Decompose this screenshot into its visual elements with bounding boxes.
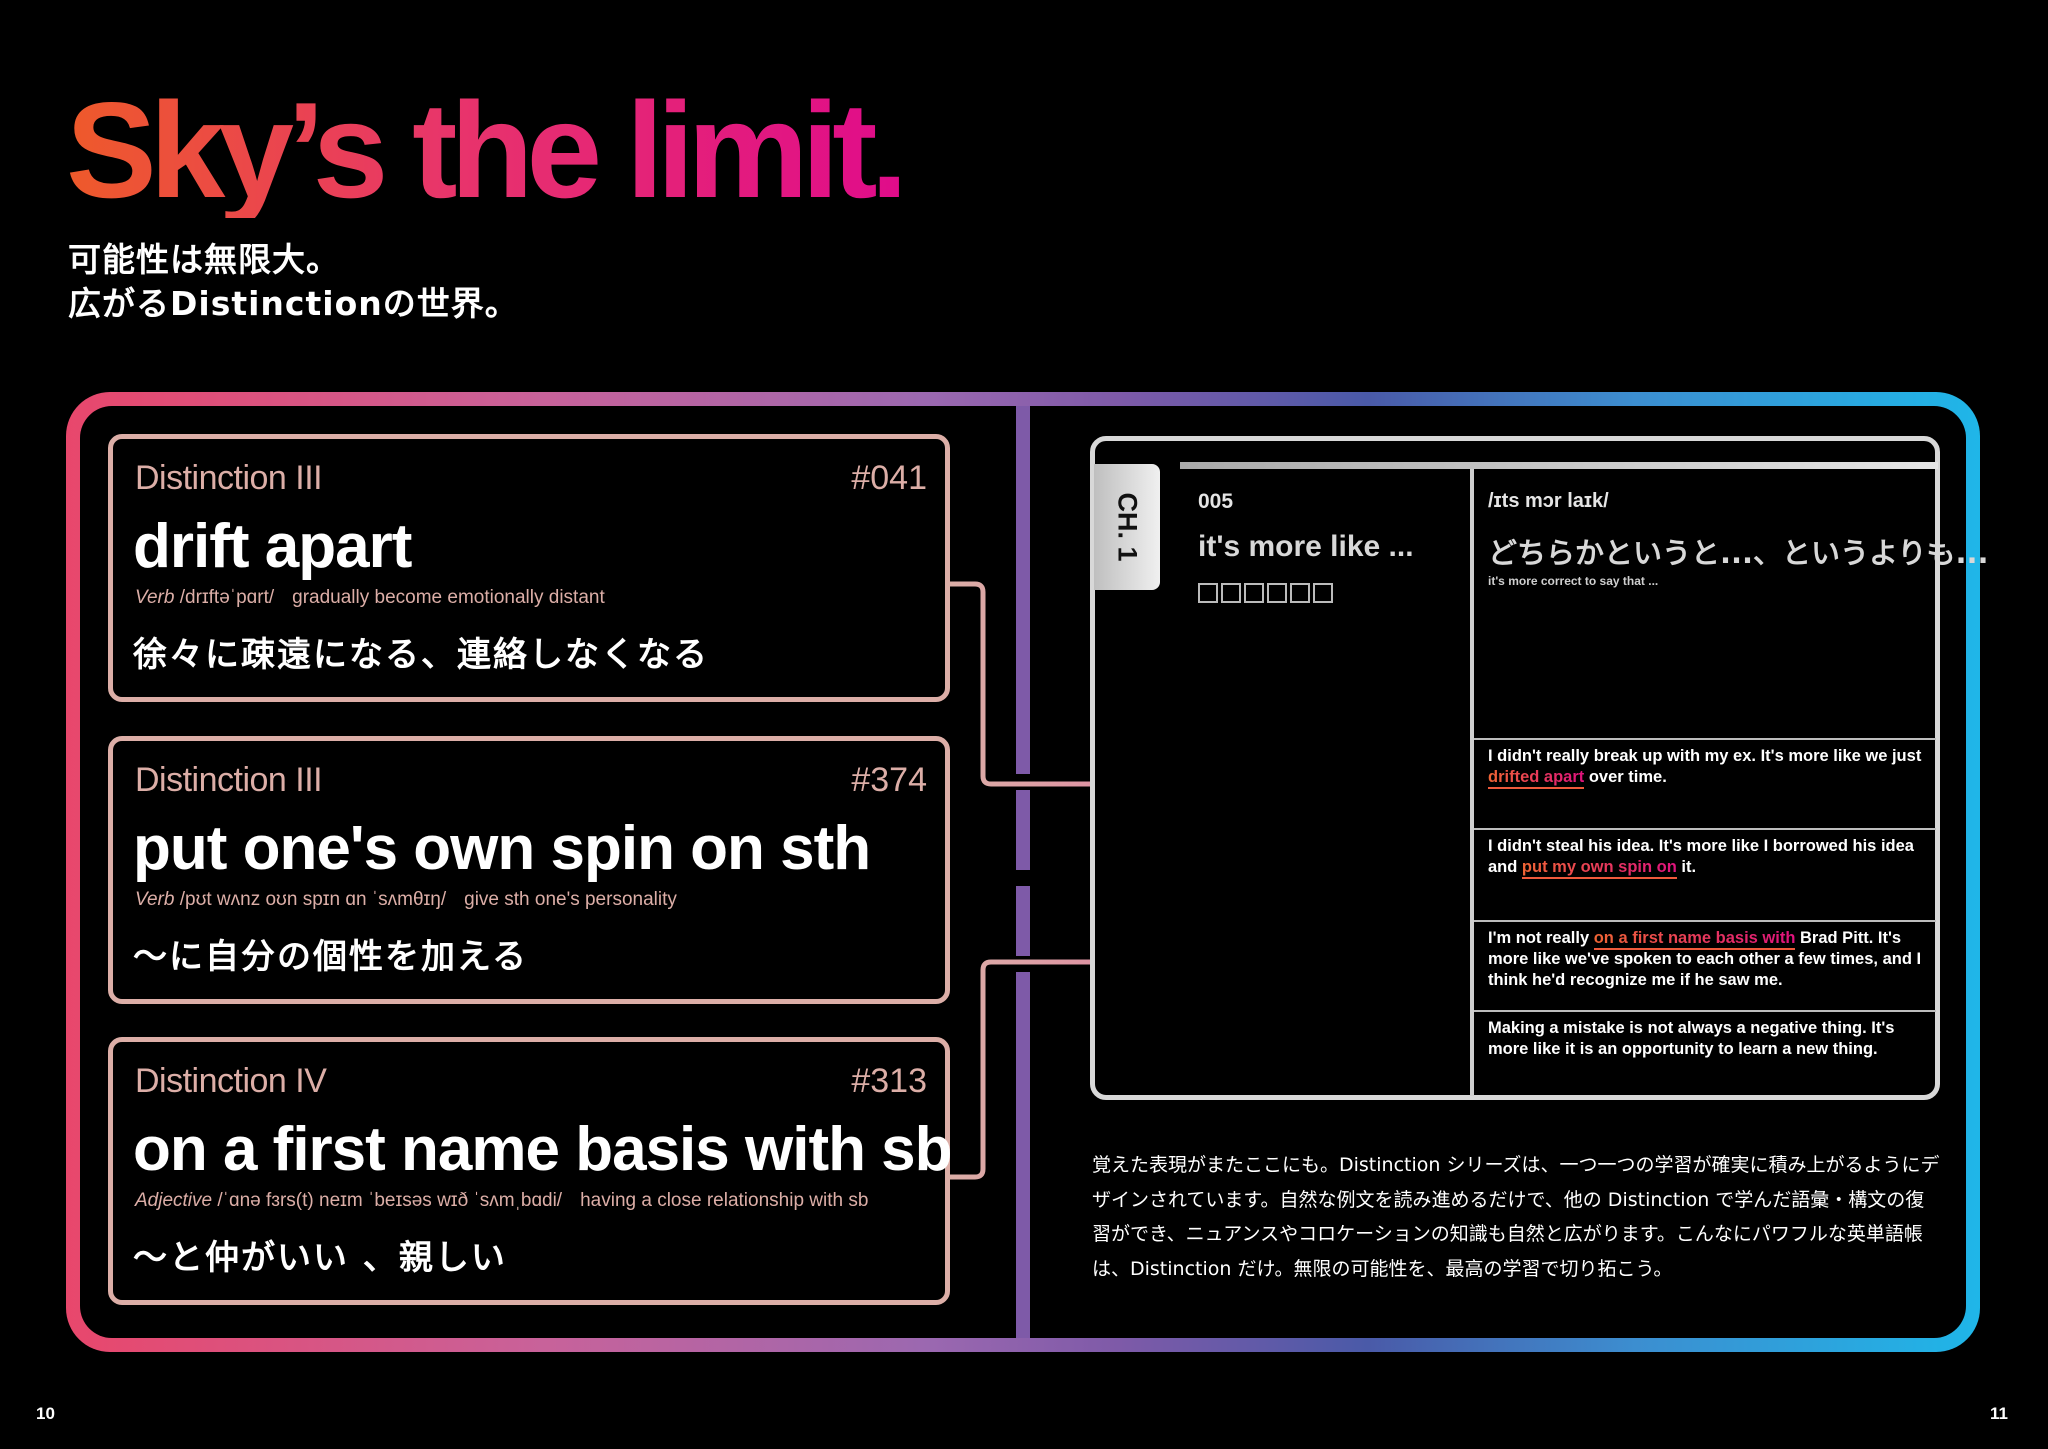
checkbox-icon xyxy=(1198,583,1218,603)
word-card: Distinction III #041 drift apart Verb /d… xyxy=(108,434,950,702)
checkbox-icon xyxy=(1290,583,1310,603)
example-row: I'm not really on a first name basis wit… xyxy=(1474,920,1936,1010)
example-sentence: I didn't steal his idea. It's more like … xyxy=(1488,836,1928,879)
card-ipa: /drɪftəˈpɑrt/ xyxy=(179,587,275,608)
word-card: Distinction III #374 put one's own spin … xyxy=(108,736,950,1004)
subheadline: 可能性は無限大。 広がるDistinctionの世界。 xyxy=(68,238,519,326)
example-highlight: on a first name basis with xyxy=(1593,929,1796,950)
card-definition: gradually become emotionally distant xyxy=(292,587,605,608)
card-pos: Adjective xyxy=(135,1190,213,1211)
example-text: I didn't really break up with my ex. It'… xyxy=(1488,747,1922,765)
card-word: put one's own spin on sth xyxy=(133,814,871,883)
card-series: Distinction III xyxy=(135,459,323,497)
chapter-tab: CH. 1 xyxy=(1094,464,1160,590)
card-word: on a first name basis with sb xyxy=(133,1115,953,1184)
example-row: I didn't really break up with my ex. It'… xyxy=(1474,738,1936,828)
example-text: over time. xyxy=(1584,768,1667,786)
description-paragraph: 覚えた表現がまたここにも。Distinction シリーズは、一つ一つの学習が確… xyxy=(1092,1154,1940,1280)
example-text: Making a mistake is not always a negativ… xyxy=(1488,1019,1895,1058)
card-definition: give sth one's personality xyxy=(464,889,677,910)
example-sentence: I'm not really on a first name basis wit… xyxy=(1488,928,1928,991)
card-japanese: ～に自分の個性を加える xyxy=(133,937,528,977)
card-pos: Verb xyxy=(135,889,175,910)
card-ipa: /pʊt wʌnz oʊn spɪn ɑn ˈsʌmθɪŋ/ xyxy=(179,889,447,910)
book-top-bar xyxy=(1180,462,1938,469)
entry-phrase: it's more like ... xyxy=(1198,530,1414,563)
divider-gap xyxy=(1014,870,1032,886)
card-definition: having a close relationship with sb xyxy=(580,1190,869,1211)
page-number-right: 11 xyxy=(1990,1404,2008,1423)
card-japanese: 徐々に疎遠になる、連絡しなくなる xyxy=(133,635,709,675)
card-pronunciation: Adjective /ˈɑnə fɜrs(t) neɪm ˈbeɪsəs wɪð… xyxy=(135,1190,868,1212)
checkbox-icon xyxy=(1221,583,1241,603)
card-pos: Verb xyxy=(135,587,175,608)
example-row: Making a mistake is not always a negativ… xyxy=(1474,1010,1936,1096)
subhead-line-2: 広がるDistinctionの世界。 xyxy=(68,284,519,323)
card-pronunciation: Verb /drɪftəˈpɑrt/gradually become emoti… xyxy=(135,587,605,609)
card-number: #374 xyxy=(851,761,927,799)
example-highlight: drifted apart xyxy=(1488,768,1585,789)
example-row: I didn't steal his idea. It's more like … xyxy=(1474,828,1936,920)
word-card: Distinction IV #313 on a first name basi… xyxy=(108,1037,953,1305)
example-text: I'm not really xyxy=(1488,929,1594,947)
headline: Sky’s the limit. xyxy=(66,74,908,226)
chapter-tab-label: CH. 1 xyxy=(1112,492,1143,562)
page-number-left: 10 xyxy=(36,1404,55,1423)
card-series: Distinction III xyxy=(135,761,323,799)
entry-ipa: /ɪts mɔr laɪk/ xyxy=(1488,490,1609,512)
card-word: drift apart xyxy=(133,512,412,581)
card-ipa: /ˈɑnə fɜrs(t) neɪm ˈbeɪsəs wɪð ˈsʌmˌbɑdi… xyxy=(217,1190,563,1211)
example-sentence: I didn't really break up with my ex. It'… xyxy=(1488,746,1928,789)
divider-gap xyxy=(1014,956,1032,972)
card-series: Distinction IV xyxy=(135,1062,327,1100)
entry-english: it's more correct to say that ... xyxy=(1488,574,1659,588)
checkbox-icon xyxy=(1244,583,1264,603)
entry-checkboxes xyxy=(1198,583,1333,603)
checkbox-icon xyxy=(1267,583,1287,603)
checkbox-icon xyxy=(1313,583,1333,603)
divider-gap xyxy=(1014,774,1032,790)
card-japanese: ～と仲がいい 、親しい xyxy=(133,1238,507,1278)
card-number: #041 xyxy=(851,459,927,497)
example-highlight: put my own spin on xyxy=(1521,858,1677,879)
subhead-line-1: 可能性は無限大。 xyxy=(68,240,340,279)
example-text: it. xyxy=(1676,858,1697,876)
example-sentence: Making a mistake is not always a negativ… xyxy=(1488,1018,1928,1060)
card-number: #313 xyxy=(851,1062,927,1100)
entry-number: 005 xyxy=(1198,490,1234,513)
card-pronunciation: Verb /pʊt wʌnz oʊn spɪn ɑn ˈsʌmθɪŋ/give … xyxy=(135,889,677,911)
entry-japanese: どちらかというと...、というよりも... xyxy=(1488,536,1989,570)
